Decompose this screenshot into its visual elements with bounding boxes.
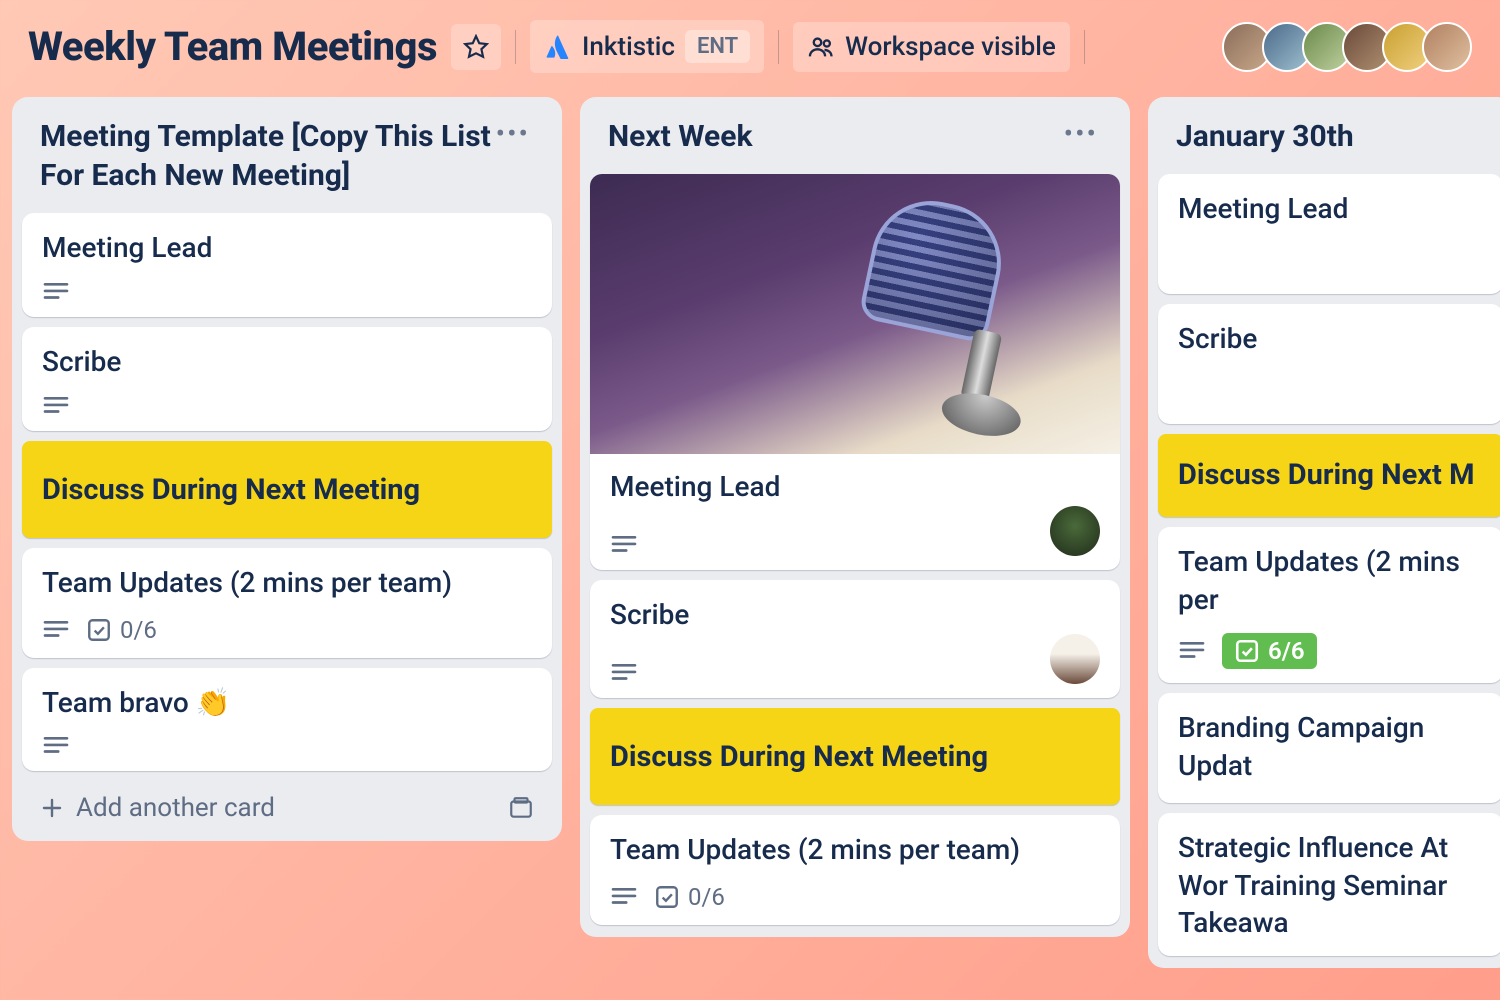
list-title[interactable]: January 30th	[1176, 117, 1485, 156]
description-icon	[610, 534, 638, 556]
card[interactable]: Team bravo 👏	[22, 668, 552, 772]
card[interactable]: Branding Campaign Updat	[1158, 693, 1500, 803]
card-title: Scribe	[610, 596, 1100, 634]
card-title: Discuss During Next M	[1178, 456, 1483, 495]
card[interactable]: Scribe	[590, 580, 1120, 698]
description-icon	[42, 619, 70, 641]
card-separator[interactable]: Discuss During Next Meeting	[590, 708, 1120, 805]
plus-icon	[40, 796, 64, 820]
card[interactable]: Meeting Lead	[590, 174, 1120, 570]
card[interactable]: Strategic Influence At Wor Training Semi…	[1158, 813, 1500, 956]
card-title: Meeting Lead	[1178, 190, 1483, 228]
list-menu-button[interactable]: •••	[1060, 117, 1102, 150]
checklist-badge-complete: 6/6	[1222, 633, 1317, 669]
card[interactable]: Team Updates (2 mins per 6/6	[1158, 527, 1500, 683]
card-title: Team Updates (2 mins per team)	[42, 564, 532, 602]
list-title[interactable]: Meeting Template [Copy This List For Eac…	[40, 117, 492, 195]
card-title: Scribe	[1178, 320, 1483, 358]
atlassian-icon	[544, 33, 572, 61]
star-icon	[463, 34, 489, 60]
description-icon	[42, 735, 70, 757]
card-cover-image	[590, 174, 1120, 454]
checklist-badge: 0/6	[654, 883, 725, 911]
card-title: Meeting Lead	[610, 468, 1100, 506]
list-title[interactable]: Next Week	[608, 117, 1060, 156]
card-title: Discuss During Next Meeting	[610, 738, 1100, 777]
workspace-button[interactable]: Inktistic ENT	[530, 20, 764, 73]
card[interactable]: Meeting Lead	[22, 213, 552, 317]
list-meeting-template: Meeting Template [Copy This List For Eac…	[12, 97, 562, 841]
card-separator[interactable]: Discuss During Next Meeting	[22, 441, 552, 538]
visibility-label: Workspace visible	[845, 32, 1056, 62]
description-icon	[610, 886, 638, 908]
description-icon	[1178, 640, 1206, 662]
list-next-week: Next Week ••• Meeting Lead Scribe Discus…	[580, 97, 1130, 937]
card-title: Scribe	[42, 343, 532, 381]
card-title: Branding Campaign Updat	[1178, 709, 1483, 785]
board-canvas: Meeting Template [Copy This List For Eac…	[0, 85, 1500, 968]
workspace-badge: ENT	[685, 30, 750, 63]
card-separator[interactable]: Discuss During Next M	[1158, 434, 1500, 517]
board-members[interactable]	[1232, 22, 1472, 72]
card[interactable]: Team Updates (2 mins per team) 0/6	[22, 548, 552, 658]
visibility-button[interactable]: Workspace visible	[793, 22, 1070, 72]
list-january-30: January 30th Meeting Lead Scribe Discuss…	[1148, 97, 1500, 968]
card-title: Strategic Influence At Wor Training Semi…	[1178, 829, 1483, 942]
card-title: Team Updates (2 mins per	[1178, 543, 1483, 619]
template-icon[interactable]	[508, 795, 534, 821]
card-member-avatar[interactable]	[1050, 634, 1100, 684]
description-icon	[42, 395, 70, 417]
card[interactable]: Scribe	[22, 327, 552, 431]
description-icon	[42, 281, 70, 303]
card[interactable]: Meeting Lead	[1158, 174, 1500, 294]
workspace-name: Inktistic	[582, 32, 675, 62]
divider	[1084, 30, 1085, 64]
card[interactable]: Team Updates (2 mins per team) 0/6	[590, 815, 1120, 925]
add-card-label: Add another card	[76, 793, 275, 823]
board-title[interactable]: Weekly Team Meetings	[28, 23, 437, 70]
list-menu-button[interactable]: •••	[492, 117, 534, 150]
card[interactable]: Scribe	[1158, 304, 1500, 424]
card-member-avatar[interactable]	[1050, 506, 1100, 556]
avatar[interactable]	[1422, 22, 1472, 72]
description-icon	[610, 662, 638, 684]
board-header: Weekly Team Meetings Inktistic ENT Works…	[0, 0, 1500, 85]
checklist-badge: 0/6	[86, 616, 157, 644]
divider	[778, 30, 779, 64]
add-card-button[interactable]: Add another card	[22, 781, 552, 829]
star-board-button[interactable]	[451, 24, 501, 70]
card-title: Team bravo 👏	[42, 684, 532, 722]
card-title: Meeting Lead	[42, 229, 532, 267]
card-title: Discuss During Next Meeting	[42, 471, 532, 510]
people-icon	[807, 33, 835, 61]
divider	[515, 30, 516, 64]
card-title: Team Updates (2 mins per team)	[610, 831, 1100, 869]
